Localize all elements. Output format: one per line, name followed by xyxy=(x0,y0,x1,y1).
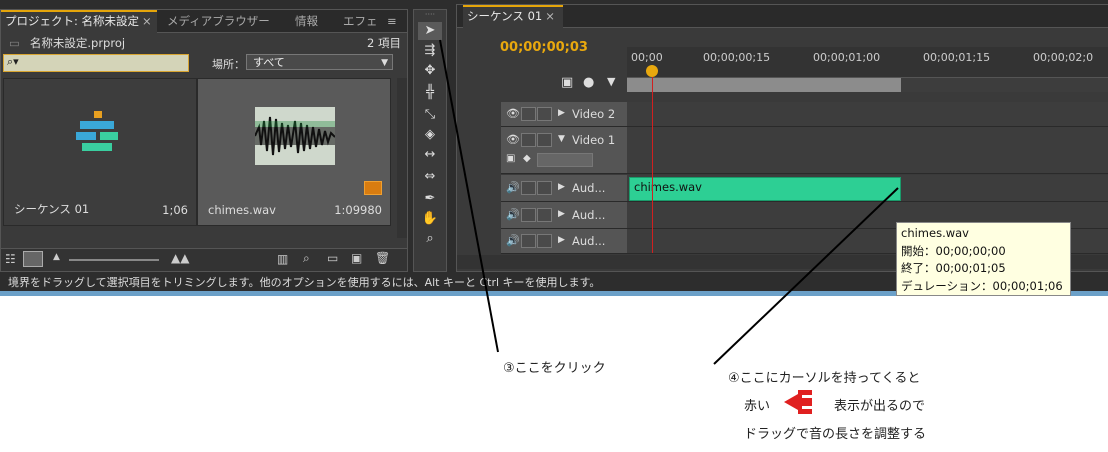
annotation-step4-red: 赤い xyxy=(744,399,771,414)
annotation-step4-line3: ドラッグで音の長さを調整する xyxy=(744,427,927,442)
annotation-step3: ③ここをクリック xyxy=(503,361,606,376)
annotation-lines xyxy=(439,39,899,365)
trim-cursor-icon xyxy=(784,390,812,414)
annotation-step4-line2: 表示が出るので xyxy=(834,399,926,414)
annotation-step4-line1: ④ここにカーソルを持ってくると xyxy=(728,371,921,386)
